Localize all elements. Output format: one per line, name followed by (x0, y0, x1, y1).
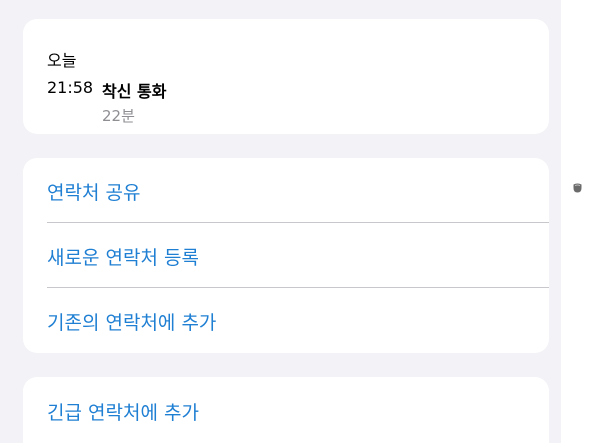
recent-call-duration: 22분 (102, 107, 135, 125)
recent-call-time: 21:58 (47, 78, 94, 97)
share-contact-button[interactable]: 연락처 공유 (23, 158, 549, 222)
add-to-emergency-contacts-button[interactable]: 긴급 연락처에 추가 (23, 377, 549, 443)
recent-calls-card: 오늘 21:58 착신 통화 22분 (23, 19, 549, 134)
add-to-existing-contact-button[interactable]: 기존의 연락처에 추가 (23, 288, 549, 352)
scroll-indicator-icon[interactable] (572, 182, 583, 193)
create-new-contact-button[interactable]: 새로운 연락처 등록 (23, 223, 549, 287)
create-new-contact-label: 새로운 연락처 등록 (47, 247, 199, 269)
contact-actions-card: 연락처 공유 새로운 연락처 등록 기존의 연락처에 추가 (23, 158, 549, 353)
emergency-contact-card: 긴급 연락처에 추가 (23, 377, 549, 443)
add-to-existing-contact-label: 기존의 연락처에 추가 (47, 312, 217, 334)
recent-day-label: 오늘 (47, 51, 77, 70)
contact-detail-panel: 오늘 21:58 착신 통화 22분 연락처 공유 새로운 연락처 등록 기존의… (0, 0, 561, 443)
recent-call-type: 착신 통화 (102, 82, 167, 101)
add-to-emergency-contacts-label: 긴급 연락처에 추가 (47, 402, 199, 424)
share-contact-label: 연락처 공유 (47, 182, 141, 204)
